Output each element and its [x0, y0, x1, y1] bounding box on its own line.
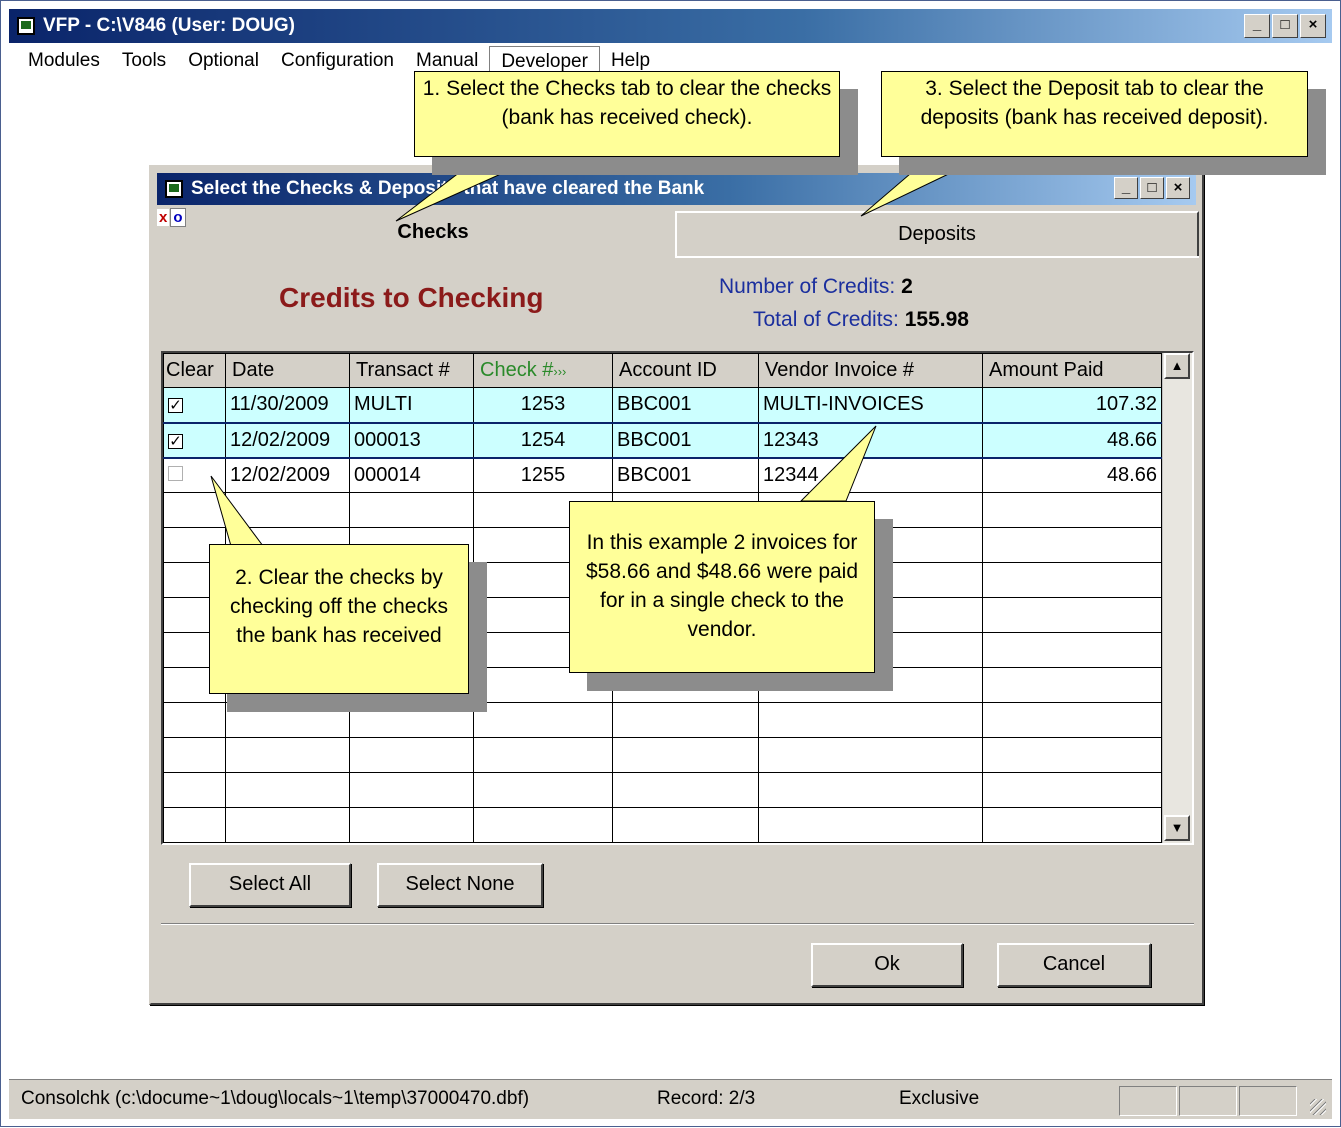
main-window: VFP - C:\V846 (User: DOUG) _ □ × Modules…: [0, 0, 1341, 1127]
status-panel: [1119, 1086, 1177, 1116]
callout-1: 1. Select the Checks tab to clear the ch…: [414, 71, 840, 157]
status-mode: Exclusive: [899, 1088, 980, 1109]
status-bar: Consolchk (c:\docume~1\doug\locals~1\tem…: [9, 1079, 1332, 1119]
status-record: Record: 2/3: [657, 1088, 756, 1109]
status-file: Consolchk (c:\docume~1\doug\locals~1\tem…: [21, 1088, 530, 1109]
status-panel: [1239, 1086, 1297, 1116]
callout-example: In this example 2 invoices for $58.66 an…: [569, 501, 875, 673]
callout-1-pointer: [395, 155, 542, 222]
callout-3-pointer: [860, 155, 987, 217]
callout-2: 2. Clear the checks by checking off the …: [209, 544, 469, 694]
resize-grip-icon[interactable]: [1310, 1099, 1326, 1115]
callout-example-pointer: [799, 425, 877, 502]
status-panel: [1179, 1086, 1237, 1116]
callout-3: 3. Select the Deposit tab to clear the d…: [881, 71, 1308, 157]
callout-2-pointer: [210, 475, 264, 547]
